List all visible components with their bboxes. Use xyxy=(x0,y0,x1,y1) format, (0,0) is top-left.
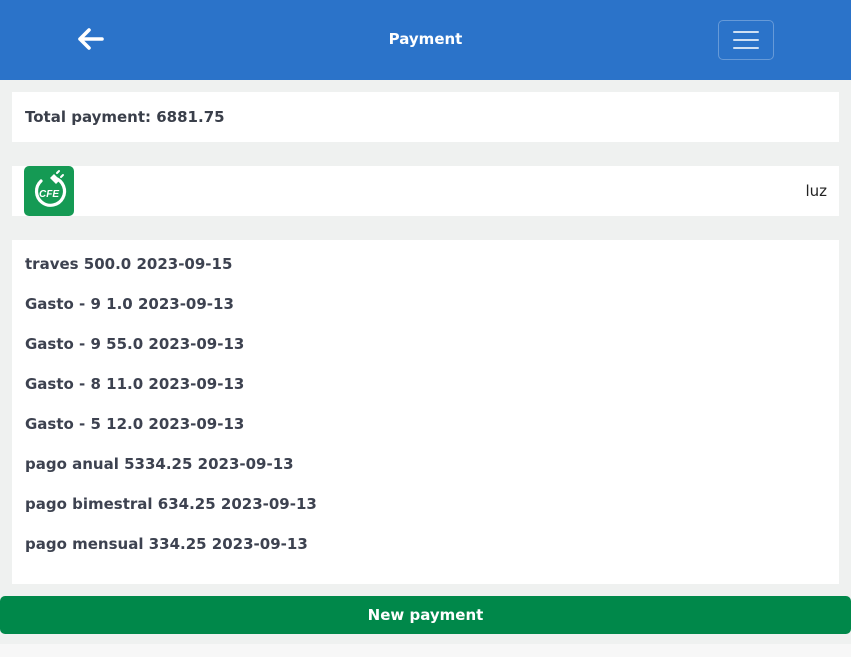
logo-text: CFE xyxy=(39,189,59,200)
total-payment-card: Total payment: 6881.75 xyxy=(12,92,839,142)
list-item[interactable]: Gasto - 5 12.0 2023-09-13 xyxy=(25,415,244,433)
bottom-strip xyxy=(0,644,851,657)
list-item[interactable]: pago anual 5334.25 2023-09-13 xyxy=(25,455,294,473)
list-item[interactable]: Gasto - 9 55.0 2023-09-13 xyxy=(25,335,244,353)
list-item[interactable]: traves 500.0 2023-09-15 xyxy=(25,255,232,273)
list-item[interactable]: Gasto - 9 1.0 2023-09-13 xyxy=(25,295,234,313)
list-item[interactable]: pago bimestral 634.25 2023-09-13 xyxy=(25,495,317,513)
total-payment-text: Total payment: 6881.75 xyxy=(25,108,225,126)
hamburger-menu-icon xyxy=(733,31,759,49)
provider-card[interactable]: CFE luz xyxy=(12,166,839,216)
plug-power-icon: CFE xyxy=(34,170,67,207)
top-app-bar: Payment xyxy=(0,0,851,80)
menu-button[interactable] xyxy=(718,20,774,60)
provider-name: luz xyxy=(805,182,827,200)
list-item[interactable]: Gasto - 8 11.0 2023-09-13 xyxy=(25,375,244,393)
new-payment-button[interactable]: New payment xyxy=(0,596,851,634)
payments-list: traves 500.0 2023-09-15 Gasto - 9 1.0 20… xyxy=(12,240,839,584)
list-item[interactable]: pago mensual 334.25 2023-09-13 xyxy=(25,535,308,553)
cfe-logo: CFE xyxy=(24,166,74,216)
